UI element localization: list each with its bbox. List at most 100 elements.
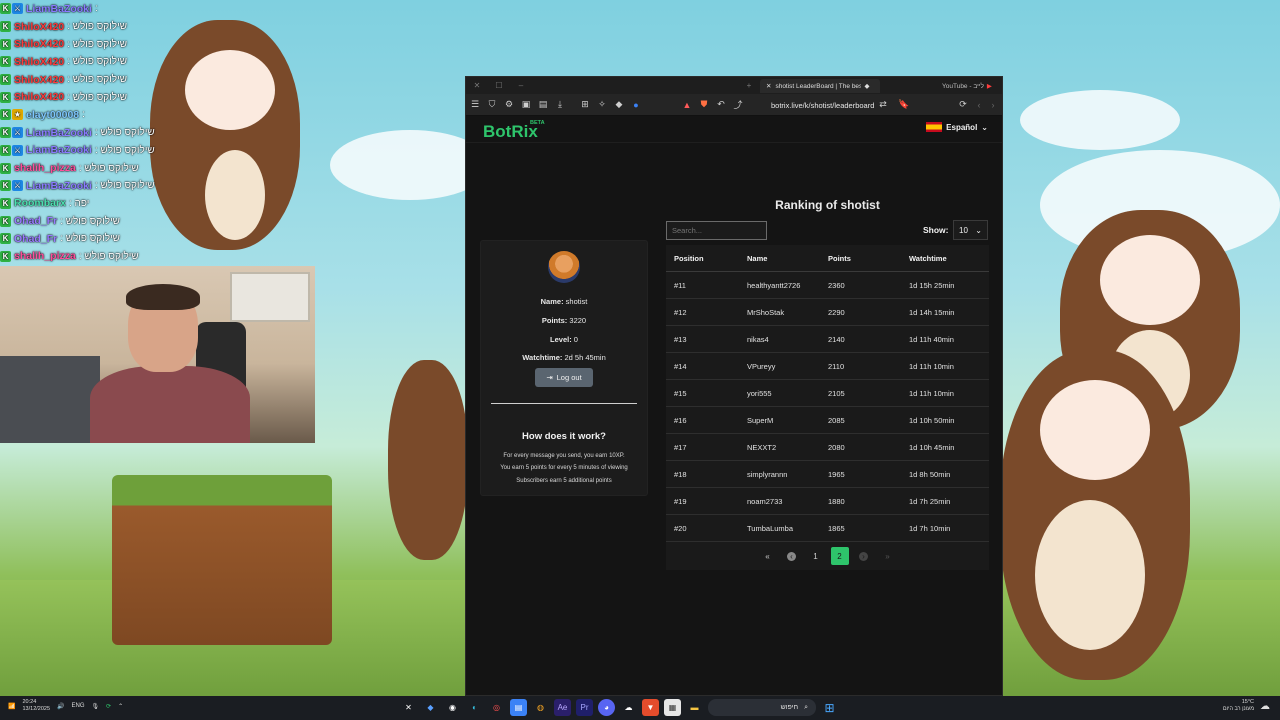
- taskbar-search[interactable]: חיפוש ⌕: [708, 699, 816, 716]
- app-steam-icon[interactable]: ☁: [620, 699, 637, 716]
- cell-position: #12: [674, 307, 687, 317]
- chat-username[interactable]: elayt00008: [26, 109, 79, 121]
- app-docs-icon[interactable]: ▤: [510, 699, 527, 716]
- header-points[interactable]: Points: [828, 254, 909, 263]
- cell-points: 2080: [828, 442, 845, 452]
- chevron-down-icon: ⌄: [981, 122, 988, 132]
- network-icon[interactable]: 📶: [8, 703, 15, 710]
- bookmark-icon[interactable]: 🔖: [898, 99, 909, 110]
- back-icon[interactable]: ‹: [974, 100, 984, 110]
- app-obs-icon[interactable]: ◉: [444, 699, 461, 716]
- last-page-button[interactable]: »: [879, 547, 897, 565]
- new-tab-icon[interactable]: +: [738, 81, 760, 90]
- app-discord-icon[interactable]: ◕: [598, 699, 615, 716]
- app-chrome-icon[interactable]: ◎: [488, 699, 505, 716]
- shield-icon[interactable]: ⛉: [487, 99, 497, 110]
- prev-page-button[interactable]: ‹: [783, 547, 801, 565]
- alert-icon[interactable]: ▲: [682, 100, 692, 110]
- background-bear-center: [388, 360, 468, 560]
- app-calendar-icon[interactable]: ▦: [664, 699, 681, 716]
- kick-badge-icon: K: [0, 162, 11, 174]
- cell-name: noam2733: [747, 496, 783, 506]
- chat-username[interactable]: shalih_pizza: [14, 250, 76, 262]
- volume-icon[interactable]: 🔊: [57, 703, 64, 710]
- share-icon[interactable]: ⤴: [733, 98, 743, 111]
- app-feather-icon[interactable]: ◆: [422, 699, 439, 716]
- extensions-icon[interactable]: ⚙: [504, 99, 514, 110]
- chat-text: : שילוקס פולש: [60, 215, 120, 227]
- logout-button[interactable]: ⇥ Log out: [535, 368, 593, 387]
- minimize-window-icon[interactable]: –: [510, 81, 532, 90]
- chat-message: K ShiloX420: שילוקס פולש: [0, 53, 180, 71]
- header-position[interactable]: Position: [666, 254, 747, 263]
- brave-shield-icon[interactable]: ⛊: [699, 99, 709, 110]
- chat-username[interactable]: ShiloX420: [14, 56, 64, 68]
- chat-username[interactable]: LiamBaZooki: [26, 144, 92, 156]
- cell-position: #14: [674, 361, 687, 371]
- stream-chat: K ⚔ LiamBaZooki: K ShiloX420: שילוקס פולש K Sh…: [0, 0, 180, 265]
- menu-icon[interactable]: ☰: [470, 99, 480, 110]
- page-2-button[interactable]: 2: [830, 547, 849, 565]
- chat-username[interactable]: shalih_pizza: [14, 162, 76, 174]
- next-page-button[interactable]: ›: [855, 547, 873, 565]
- kick-badge-icon: K: [0, 127, 11, 139]
- weather-widget[interactable]: 15°C מעונן רב היום ☁: [1223, 699, 1270, 713]
- sidebar-icon[interactable]: ▣: [521, 99, 531, 110]
- app-x-icon[interactable]: ✕: [400, 699, 417, 716]
- tab-botrix-leaderboard[interactable]: ✕ shotist LeaderBoard | The best ◆: [760, 79, 880, 93]
- extension-blue-icon[interactable]: ●: [631, 100, 641, 110]
- chat-username[interactable]: LiamBaZooki: [26, 180, 92, 192]
- puzzle-icon[interactable]: ✧: [597, 99, 607, 110]
- reload-icon[interactable]: ⟳: [958, 99, 968, 110]
- app-edge-icon[interactable]: ◐: [466, 699, 483, 716]
- chat-message: K ShiloX420: שילוקס פולש: [0, 71, 180, 89]
- language-selector[interactable]: Español ⌄: [926, 122, 988, 132]
- header-name[interactable]: Name: [747, 254, 828, 263]
- address-bar[interactable]: botrix.live/k/shotist/leaderboard: [771, 101, 874, 110]
- page-1-button[interactable]: 1: [807, 547, 825, 565]
- browser-window: ✕ ☐ – + ✕ shotist LeaderBoard | The best…: [465, 76, 1003, 696]
- first-page-button[interactable]: «: [759, 547, 777, 565]
- chat-username[interactable]: ShiloX420: [14, 91, 64, 103]
- chat-username[interactable]: ShiloX420: [14, 21, 64, 33]
- tab-close-icon[interactable]: ✕: [766, 82, 771, 90]
- app-after-effects-icon[interactable]: Ae: [554, 699, 571, 716]
- page-size-select[interactable]: 10 ⌄: [953, 220, 988, 240]
- chat-username[interactable]: Roombarx: [14, 197, 66, 209]
- screenshot-icon[interactable]: ⊞: [580, 99, 590, 110]
- app-blender-icon[interactable]: ◍: [532, 699, 549, 716]
- reader-icon[interactable]: ▤: [538, 99, 548, 110]
- chat-username[interactable]: ShiloX420: [14, 38, 64, 50]
- download-icon[interactable]: ⤓: [555, 99, 565, 110]
- next-page-icon: ›: [859, 551, 868, 561]
- start-menu-icon[interactable]: ⊞: [821, 699, 838, 716]
- moderator-badge-icon: ⚔: [12, 3, 23, 15]
- tab-youtube[interactable]: YouTube - לייב ▶: [936, 79, 998, 93]
- chat-username[interactable]: Ohad_Fr: [14, 215, 57, 227]
- diamond-icon[interactable]: ◆: [614, 99, 624, 110]
- search-input[interactable]: [666, 221, 767, 240]
- chat-message: Kshalih_pizza: שילוקס פולש: [0, 159, 180, 177]
- chat-username[interactable]: Ohad_Fr: [14, 233, 57, 245]
- cell-watchtime: 1d 11h 10min: [909, 361, 954, 371]
- chat-message: K Roombarx: יפה: [0, 195, 180, 213]
- table-row: #17 NEXXT2 2080 1d 10h 45min: [666, 434, 989, 461]
- sync-icon[interactable]: ⟳: [106, 703, 111, 710]
- tray-chevron-icon[interactable]: ⌃: [118, 703, 123, 710]
- app-explorer-icon[interactable]: ▬: [686, 699, 703, 716]
- header-watchtime[interactable]: Watchtime: [909, 254, 989, 263]
- chat-username[interactable]: LiamBaZooki: [26, 127, 92, 139]
- chat-username[interactable]: ShiloX420: [14, 74, 64, 86]
- chat-text: : שילוקס פולש: [67, 21, 127, 33]
- language-indicator[interactable]: ENG: [72, 703, 85, 709]
- mic-icon[interactable]: 🎙: [92, 703, 100, 710]
- maximize-window-icon[interactable]: ☐: [488, 81, 510, 90]
- undo-icon[interactable]: ↶: [716, 99, 726, 110]
- forward-icon[interactable]: ›: [988, 100, 998, 110]
- swap-icon[interactable]: ⇄: [878, 99, 888, 110]
- app-brave-icon[interactable]: ▼: [642, 699, 659, 716]
- close-window-icon[interactable]: ✕: [466, 81, 488, 90]
- chat-username[interactable]: LiamBaZooki: [26, 3, 92, 15]
- taskbar-clock[interactable]: 20:24 13/12/2025: [22, 699, 50, 713]
- app-premiere-icon[interactable]: Pr: [576, 699, 593, 716]
